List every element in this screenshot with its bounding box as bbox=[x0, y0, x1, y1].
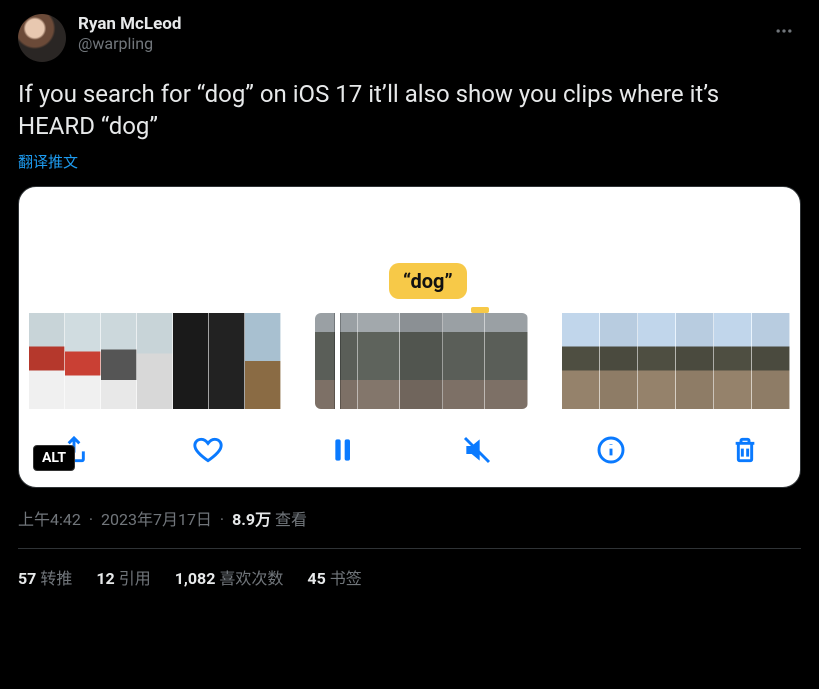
mute-button[interactable] bbox=[458, 431, 496, 469]
clip-group-3[interactable] bbox=[562, 313, 790, 409]
meta-separator: · bbox=[220, 510, 224, 529]
delete-button[interactable] bbox=[726, 431, 764, 469]
timeline-frame bbox=[714, 313, 752, 409]
search-tag-label: “dog” bbox=[389, 263, 467, 299]
translate-link[interactable]: 翻译推文 bbox=[18, 151, 78, 172]
tweet-header: Ryan McLeod @warpling bbox=[18, 14, 801, 62]
views-count[interactable]: 8.9万 bbox=[232, 510, 271, 529]
avatar[interactable] bbox=[18, 14, 66, 62]
timeline-frame bbox=[562, 313, 600, 409]
timeline-frame bbox=[638, 313, 676, 409]
likes-stat[interactable]: 1,082喜欢次数 bbox=[175, 565, 284, 589]
views-label: 查看 bbox=[275, 510, 307, 529]
tweet-meta: 上午4:42 · 2023年7月17日 · 8.9万 查看 bbox=[18, 506, 801, 530]
more-button[interactable] bbox=[767, 14, 801, 48]
quotes-stat[interactable]: 12引用 bbox=[96, 565, 150, 589]
tweet-text: If you search for “dog” on iOS 17 it’ll … bbox=[18, 78, 801, 143]
media-toolbar bbox=[29, 431, 790, 469]
playhead-marker bbox=[471, 307, 489, 313]
info-button[interactable] bbox=[592, 431, 630, 469]
meta-separator: · bbox=[89, 510, 93, 529]
timeline-frame bbox=[676, 313, 714, 409]
pause-button[interactable] bbox=[323, 431, 361, 469]
clip-group-1[interactable] bbox=[29, 313, 281, 409]
alt-badge[interactable]: ALT bbox=[33, 445, 75, 471]
timeline-frame bbox=[600, 313, 638, 409]
timeline-frame bbox=[173, 313, 209, 409]
divider bbox=[18, 548, 801, 549]
like-button[interactable] bbox=[189, 431, 227, 469]
user-block: Ryan McLeod @warpling bbox=[78, 14, 181, 53]
pause-icon bbox=[326, 434, 358, 466]
media-card[interactable]: “dog” bbox=[18, 186, 801, 488]
timeline-frame bbox=[443, 313, 486, 409]
user-handle[interactable]: @warpling bbox=[78, 34, 181, 53]
timeline-frame bbox=[137, 313, 173, 409]
clip-group-2[interactable] bbox=[315, 313, 528, 409]
heart-icon bbox=[192, 434, 224, 466]
timeline-frame bbox=[65, 313, 101, 409]
timeline-frame bbox=[209, 313, 245, 409]
display-name[interactable]: Ryan McLeod bbox=[78, 14, 181, 34]
timeline-frame bbox=[752, 313, 790, 409]
timeline-frame bbox=[400, 313, 443, 409]
tweet-container: Ryan McLeod @warpling If you search for … bbox=[18, 14, 801, 589]
mute-icon bbox=[461, 434, 493, 466]
timeline-frame bbox=[245, 313, 281, 409]
trash-icon bbox=[729, 434, 761, 466]
tweet-time[interactable]: 上午4:42 bbox=[18, 510, 81, 529]
retweets-stat[interactable]: 57转推 bbox=[18, 565, 72, 589]
timeline-frame bbox=[29, 313, 65, 409]
info-icon bbox=[595, 434, 627, 466]
tweet-date[interactable]: 2023年7月17日 bbox=[101, 510, 212, 529]
timeline-frame bbox=[101, 313, 137, 409]
video-timeline[interactable] bbox=[29, 313, 790, 409]
timeline-frame bbox=[358, 313, 401, 409]
timeline-frame bbox=[485, 313, 528, 409]
playhead[interactable] bbox=[335, 313, 340, 409]
stats-row: 57转推 12引用 1,082喜欢次数 45书签 bbox=[18, 565, 801, 589]
more-icon bbox=[774, 21, 794, 41]
bookmarks-stat[interactable]: 45书签 bbox=[307, 565, 361, 589]
